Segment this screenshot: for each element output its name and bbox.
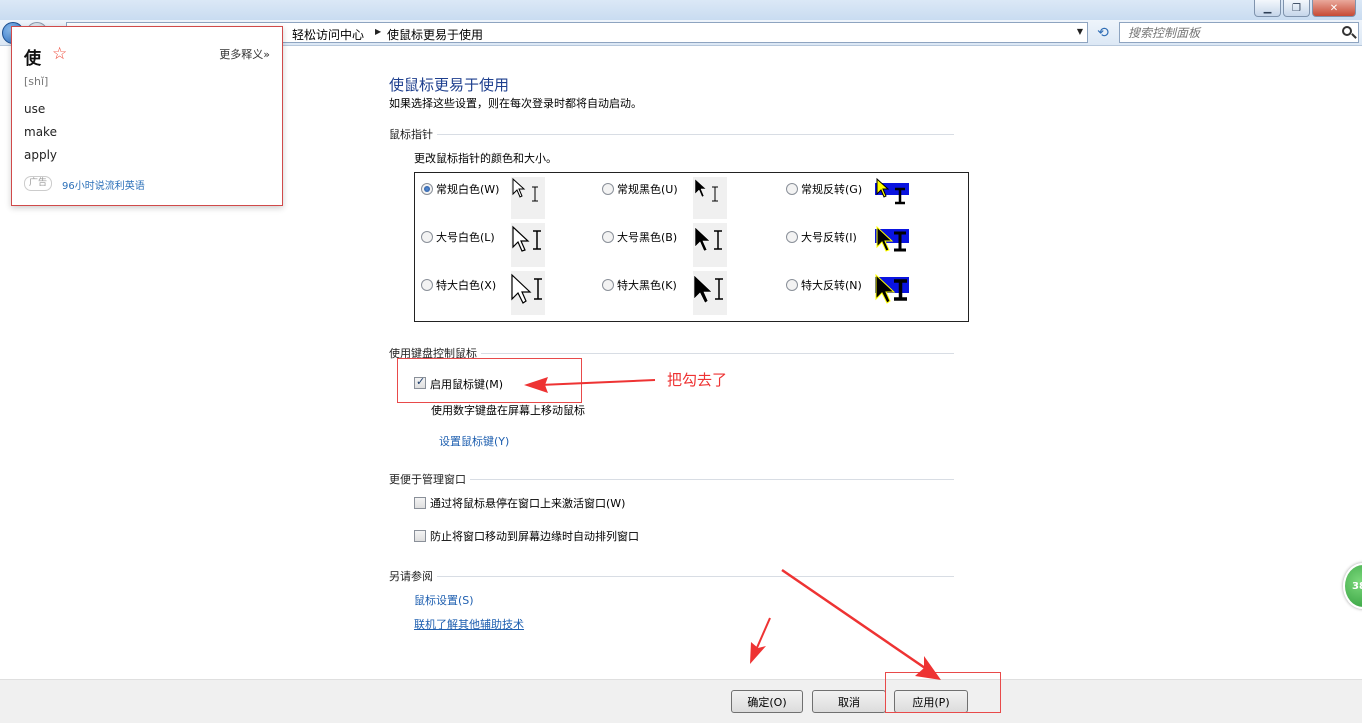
ad-link[interactable]: 96小时说流利英语 [62,177,145,192]
dictionary-popup: 使 ☆ 更多释义» [shǐ] use make apply 广告 96小时说流… [11,26,283,206]
pointer-option-xlarge-black[interactable]: 特大黑色(K) [602,277,677,293]
setup-mousekeys-link[interactable]: 设置鼠标键(Y) [439,433,509,449]
pointer-preview-xlarge-white [511,271,545,315]
pointer-preview-regular-inverted [875,177,909,219]
floating-widget-label: 38 [1352,581,1362,592]
floating-widget[interactable]: 38 [1343,563,1362,609]
radio-regular-inverted[interactable] [786,183,798,195]
pointer-preview-large-white [511,223,545,267]
radio-xlarge-inverted[interactable] [786,279,798,291]
cursor-arrow-icon [693,274,723,304]
section-heading-windows: 更便于管理窗口 [389,471,954,487]
hover-activate-label[interactable]: 通过将鼠标悬停在窗口上来激活窗口(W) [430,495,625,511]
cursor-arrow-icon [512,225,541,252]
more-definitions-link[interactable]: 更多释义» [219,46,270,62]
cursor-arrow-icon [876,225,906,252]
search-icon[interactable] [1342,26,1352,36]
window-title-bar: ▁ ❐ ✕ [0,0,1362,20]
bottom-button-bar [0,679,1362,723]
cursor-arrow-icon [694,178,718,202]
pointer-option-regular-black[interactable]: 常规黑色(U) [602,181,678,197]
cursor-arrow-icon [875,273,907,304]
star-icon[interactable]: ☆ [52,44,67,64]
cursor-arrow-icon [694,226,722,252]
pointer-option-large-black[interactable]: 大号黑色(B) [602,229,677,245]
section-heading-pointers: 鼠标指针 [389,126,954,142]
dict-definition: make [24,125,57,139]
cursor-arrow-icon [511,273,542,304]
cursor-arrow-icon [876,177,905,205]
mousekeys-checkbox[interactable] [414,375,426,389]
breadcrumb-arrow-icon[interactable]: ▶ [375,27,381,36]
radio-regular-black[interactable] [602,183,614,195]
search-box[interactable] [1119,22,1359,43]
page-description: 如果选择这些设置，则在每次登录时都将自动启动。 [389,97,642,110]
pointer-option-large-inverted[interactable]: 大号反转(I) [786,229,857,245]
annotation-arrow-apply [781,568,941,680]
pointer-section-description: 更改鼠标指针的颜色和大小。 [414,152,557,165]
dict-phonetic: [shǐ] [24,75,49,88]
close-button[interactable]: ✕ [1312,0,1356,17]
pointer-option-regular-inverted[interactable]: 常规反转(G) [786,181,862,197]
prevent-arrange-checkbox[interactable] [414,530,426,542]
pointer-preview-xlarge-black [693,271,727,315]
annotation-arrow-ok [750,617,771,664]
radio-large-black[interactable] [602,231,614,243]
radio-regular-white[interactable] [421,183,433,195]
pointer-preview-large-inverted [875,223,909,267]
hover-activate-checkbox[interactable] [414,497,426,509]
radio-large-inverted[interactable] [786,231,798,243]
pointer-option-regular-white[interactable]: 常规白色(W) [421,181,499,197]
dict-word: 使 [24,49,41,69]
refresh-icon[interactable]: ⟲ [1092,23,1114,43]
annotation-highlight-box [885,672,1001,713]
mouse-settings-link[interactable]: 鼠标设置(S) [414,592,474,608]
pointer-preview-regular-white [511,177,545,219]
page-title: 使鼠标更易于使用 [389,76,510,94]
cancel-button[interactable]: 取消 [812,690,886,713]
mousekeys-description: 使用数字键盘在屏幕上移动鼠标 [431,404,585,417]
radio-xlarge-white[interactable] [421,279,433,291]
pointer-preview-large-black [693,223,727,267]
cursor-arrow-icon [512,177,538,202]
pointer-preview-regular-black [693,177,727,219]
window-controls: ▁ ❐ ✕ [1254,0,1356,17]
online-assistive-tech-link[interactable]: 联机了解其他辅助技术 [414,616,524,632]
dict-definition: apply [24,148,58,162]
section-heading-see-also: 另请参阅 [389,568,954,584]
pointer-preview-xlarge-inverted [875,271,909,315]
address-dropdown-icon[interactable]: ▼ [1077,27,1083,36]
ad-badge: 广告 [24,176,53,191]
pointer-option-large-white[interactable]: 大号白色(L) [421,229,495,245]
ok-button[interactable]: 确定(O) [731,690,803,713]
annotation-text: 把勾去了 [667,371,728,389]
pointer-scheme-box: 常规白色(W) 常规黑色(U) 常规反转(G) 大号白色(L) 大号黑色(B) … [414,172,969,322]
radio-large-white[interactable] [421,231,433,243]
breadcrumb-ease-of-access[interactable]: 轻松访问中心 [292,26,364,43]
minimize-button[interactable]: ▁ [1254,0,1281,17]
dict-definition: use [24,102,46,116]
breadcrumb-mouse-ease[interactable]: 使鼠标更易于使用 [387,26,483,43]
radio-xlarge-black[interactable] [602,279,614,291]
prevent-arrange-label[interactable]: 防止将窗口移动到屏幕边缘时自动排列窗口 [430,528,639,544]
mousekeys-label[interactable]: 启用鼠标键(M) [430,376,503,392]
pointer-option-xlarge-inverted[interactable]: 特大反转(N) [786,277,862,293]
restore-button[interactable]: ❐ [1283,0,1310,17]
search-input[interactable] [1120,23,1330,42]
pointer-option-xlarge-white[interactable]: 特大白色(X) [421,277,496,293]
